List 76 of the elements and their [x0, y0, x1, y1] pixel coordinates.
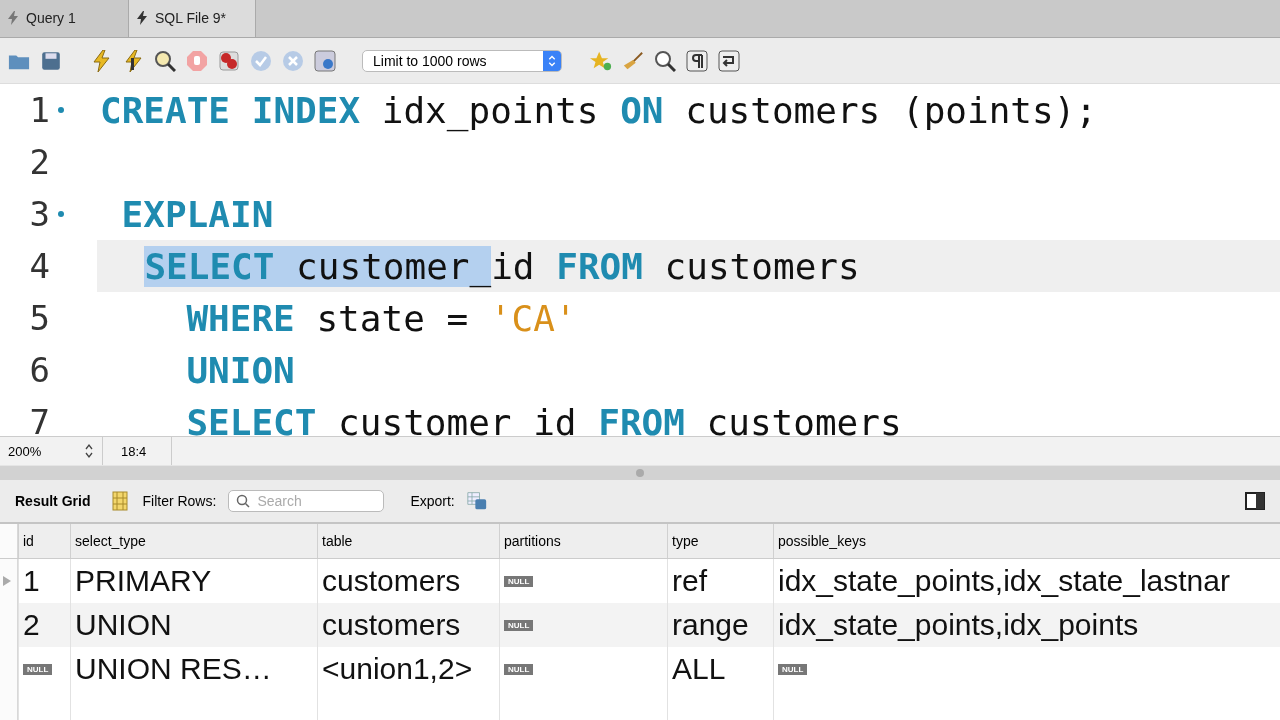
column-header[interactable]: partitions	[499, 524, 667, 558]
column-header[interactable]: select_type	[70, 524, 317, 558]
save-icon[interactable]	[40, 49, 62, 72]
lightning-cursor-icon[interactable]	[122, 49, 144, 72]
sql-keyword: UNION	[186, 349, 295, 391]
column-header[interactable]: type	[667, 524, 773, 558]
broom-icon[interactable]	[622, 49, 644, 72]
pilcrow-icon[interactable]	[686, 49, 708, 72]
sql-keyword: WHERE	[186, 297, 295, 339]
splitter-handle[interactable]	[636, 469, 644, 477]
sql-text: customer_	[274, 245, 492, 287]
editor-tab[interactable]: Query 1	[0, 0, 128, 37]
column-header[interactable]: table	[317, 524, 499, 558]
stepper-icon	[84, 442, 94, 460]
sql-text: customers	[705, 401, 902, 436]
table-cell: idx_state_points,idx_points	[778, 608, 1139, 642]
limit-dropdown[interactable]: Limit to 1000 rows	[362, 49, 562, 72]
line-number: 5	[28, 297, 50, 340]
sql-string: 'CA'	[489, 297, 577, 339]
stop-hand-icon[interactable]	[186, 49, 208, 72]
sql-keyword: FROM	[598, 401, 685, 436]
sql-keyword: EXPLAIN	[121, 193, 274, 235]
export-icon[interactable]	[466, 491, 487, 511]
table-cell: 1	[23, 564, 40, 598]
line-number: 6	[28, 349, 50, 392]
null-badge: NULL	[504, 575, 534, 587]
current-row-marker	[3, 576, 11, 586]
check-icon[interactable]	[250, 49, 272, 72]
grid-icon[interactable]	[110, 491, 131, 511]
table-cell: ref	[672, 564, 707, 598]
result-grid-label: Result Grid	[15, 493, 91, 509]
null-badge: NULL	[778, 663, 808, 675]
table-cell: idx_state_points,idx_state_lastnar	[778, 564, 1230, 598]
table-cell: range	[672, 608, 749, 642]
table-cell: UNION	[75, 608, 172, 642]
table-cell: ALL	[672, 652, 726, 686]
editor-tab[interactable]: SQL File 9*	[128, 0, 256, 37]
line-number: 2	[28, 141, 50, 184]
null-badge: NULL	[23, 663, 53, 675]
sql-keyword: FROM	[556, 245, 643, 287]
lightning-icon[interactable]	[90, 49, 112, 72]
line-number: 3	[28, 193, 50, 236]
table-cell: customers	[322, 608, 461, 642]
search-icon	[236, 494, 251, 508]
search-icon[interactable]	[654, 49, 676, 72]
sql-text: state =	[315, 297, 470, 339]
sql-text: id	[491, 245, 536, 287]
lightning-icon	[8, 11, 18, 25]
table-cell: <union1,2>	[322, 652, 473, 686]
stop-error-icon[interactable]	[218, 49, 240, 72]
column-header[interactable]: possible_keys	[773, 524, 1280, 558]
table-cell: customers	[322, 564, 461, 598]
export-label: Export:	[410, 493, 455, 509]
sql-text: customers (points);	[684, 89, 1098, 131]
null-badge: NULL	[504, 619, 534, 631]
row-header[interactable]	[0, 559, 18, 603]
line-number: 7	[28, 401, 50, 436]
panel-toggle-icon[interactable]	[1245, 491, 1265, 511]
sql-text: idx_points	[380, 89, 600, 131]
null-badge: NULL	[504, 663, 534, 675]
line-number: 1	[28, 89, 50, 132]
table-cell: PRIMARY	[75, 564, 212, 598]
wrap-icon[interactable]	[718, 49, 740, 72]
column-header[interactable]: id	[18, 524, 70, 558]
table-cell: UNION RES…	[75, 652, 272, 686]
search-field[interactable]: Search	[228, 490, 385, 512]
sql-text: customers	[663, 245, 860, 287]
table-cell: 2	[23, 608, 40, 642]
sql-keyword: ON	[620, 89, 664, 131]
filter-rows-label: Filter Rows:	[142, 493, 217, 509]
sql-keyword: SELECT	[144, 245, 275, 287]
sql-keyword: CREATE INDEX	[100, 89, 361, 131]
lightning-icon	[137, 11, 147, 25]
stepper-icon	[543, 50, 561, 71]
sql-text: customer id	[337, 401, 578, 436]
sql-keyword: SELECT	[186, 401, 317, 436]
